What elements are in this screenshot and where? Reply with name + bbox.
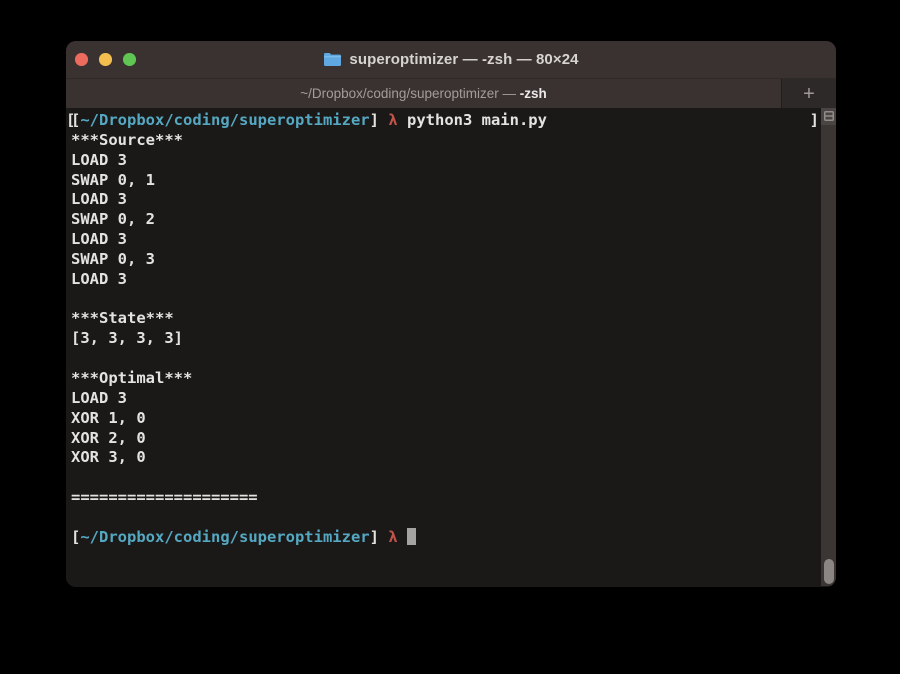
traffic-lights [75,41,136,78]
terminal-line: SWAP 0, 2 [71,210,821,230]
terminal-text-segment: ***Source*** [71,131,183,149]
terminal-text-segment: λ [388,528,397,546]
terminal-line: [[~/Dropbox/coding/superoptimizer] λ pyt… [71,111,821,131]
split-pane-button[interactable] [821,108,836,125]
scrollbar[interactable] [821,108,836,586]
scrollbar-thumb[interactable] [824,559,834,584]
terminal-text-segment: XOR 1, 0 [71,409,146,427]
terminal-text-segment: SWAP 0, 3 [71,250,155,268]
terminal-text-segment: python3 main.py [398,111,547,129]
terminal-content: [[~/Dropbox/coding/superoptimizer] λ pyt… [66,108,836,586]
terminal-line: LOAD 3 [71,389,821,409]
terminal-text-segment: ~/Dropbox/coding/superoptimizer [80,528,369,546]
terminal-line: LOAD 3 [71,151,821,171]
tab-bar: ~/Dropbox/coding/superoptimizer — -zsh + [66,79,836,108]
terminal-line: ==================== [71,488,821,508]
terminal-text-segment: XOR 3, 0 [71,448,146,466]
terminal-line: SWAP 0, 1 [71,171,821,191]
window-title: superoptimizer — -zsh — 80×24 [323,51,578,68]
terminal-line: XOR 3, 0 [71,448,821,468]
terminal-text-segment: LOAD 3 [71,190,127,208]
terminal-line: XOR 2, 0 [71,429,821,449]
terminal-line: LOAD 3 [71,230,821,250]
terminal-line: ***Optimal*** [71,369,821,389]
terminal-text-segment: [ [71,528,80,546]
terminal-line: XOR 1, 0 [71,409,821,429]
terminal-line [71,349,821,369]
terminal-line: [3, 3, 3, 3] [71,329,821,349]
command-mark-open: [ [66,111,75,131]
terminal-line: LOAD 3 [71,270,821,290]
terminal-text-segment: LOAD 3 [71,230,127,248]
terminal-line: SWAP 0, 3 [71,250,821,270]
terminal-text-segment: XOR 2, 0 [71,429,146,447]
tab-path-label: ~/Dropbox/coding/superoptimizer — [300,86,519,101]
terminal-text-segment: λ [388,111,397,129]
terminal-window: superoptimizer — -zsh — 80×24 ~/Dropbox/… [66,41,836,587]
minimize-button[interactable] [99,53,112,66]
terminal-text-segment: [3, 3, 3, 3] [71,329,183,347]
terminal-text-segment [398,528,407,546]
terminal-line: ***Source*** [71,131,821,151]
close-button[interactable] [75,53,88,66]
terminal-text-segment: SWAP 0, 1 [71,171,155,189]
zoom-button[interactable] [123,53,136,66]
terminal-text-segment: LOAD 3 [71,389,127,407]
titlebar[interactable]: superoptimizer — -zsh — 80×24 [66,41,836,79]
terminal-output[interactable]: [[~/Dropbox/coding/superoptimizer] λ pyt… [66,108,821,586]
terminal-line [71,508,821,528]
terminal-text-segment: ~/Dropbox/coding/superoptimizer [80,111,369,129]
tab-shell-label: -zsh [520,86,547,101]
desktop-background: superoptimizer — -zsh — 80×24 ~/Dropbox/… [0,0,900,674]
terminal-text-segment: ***Optimal*** [71,369,192,387]
new-tab-button[interactable]: + [781,79,836,108]
plus-icon: + [803,84,815,104]
terminal-text-segment: LOAD 3 [71,270,127,288]
folder-icon [323,52,342,67]
terminal-text-segment: ] [370,528,389,546]
terminal-cursor [407,528,416,545]
command-mark-close: ] [810,111,819,131]
terminal-text-segment: LOAD 3 [71,151,127,169]
window-title-text: superoptimizer — -zsh — 80×24 [349,51,578,68]
terminal-line: ***State*** [71,309,821,329]
terminal-text-segment: ] [370,111,389,129]
split-pane-icon [824,108,834,126]
tab-active[interactable]: ~/Dropbox/coding/superoptimizer — -zsh [66,79,781,108]
terminal-line [71,468,821,488]
terminal-text-segment: SWAP 0, 2 [71,210,155,228]
terminal-line: [~/Dropbox/coding/superoptimizer] λ [71,528,821,548]
terminal-text-segment: ==================== [71,488,258,506]
terminal-line [71,290,821,310]
terminal-text-segment: ***State*** [71,309,174,327]
terminal-line: LOAD 3 [71,190,821,210]
